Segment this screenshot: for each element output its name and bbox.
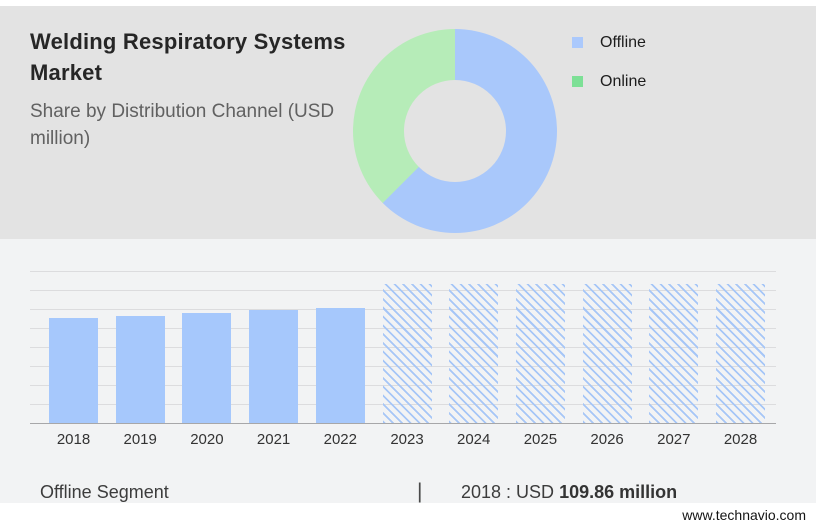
bar-2018 — [49, 318, 98, 423]
legend-label: Online — [600, 72, 647, 90]
x-axis-label-2018: 2018 — [56, 431, 91, 448]
bar-2023-forecast — [382, 284, 432, 423]
donut-chart — [353, 29, 557, 233]
bar-2027-forecast — [649, 284, 699, 423]
donut-hole — [404, 80, 506, 182]
stat-value: 109.86 million — [559, 482, 678, 502]
bar-chart-section: 2018 2019 2020 2021 2022 2023 2024 2025 2026 2027… — [0, 239, 816, 503]
x-axis-label-2024: 2024 — [457, 431, 491, 448]
legend-item-online: Online — [572, 71, 646, 92]
bar-2019 — [115, 316, 165, 423]
market-infographic: Welding Respiratory Systems Market Share… — [0, 0, 816, 528]
x-axis-label-2028: 2028 — [723, 431, 758, 448]
x-axis-label-2022: 2022 — [323, 431, 357, 448]
x-axis-label-2020: 2020 — [190, 431, 224, 448]
market-summary-section: Welding Respiratory Systems Market Share… — [0, 6, 816, 239]
bar-2025-forecast — [515, 284, 565, 423]
legend-swatch-offline — [572, 37, 583, 48]
x-axis-label-2021: 2021 — [256, 431, 291, 448]
x-axis-label-2025: 2025 — [523, 431, 558, 448]
bar-2026-forecast — [582, 284, 632, 423]
website-link[interactable]: www.technavio.com — [682, 503, 806, 527]
title-block: Welding Respiratory Systems Market Share… — [30, 26, 370, 152]
bar-2020 — [182, 313, 232, 423]
x-axis-label-2023: 2023 — [390, 431, 424, 448]
stat-2018: 2018 : USD 109.86 million — [461, 479, 677, 505]
x-axis-label-2027: 2027 — [657, 431, 691, 448]
legend-item-offline: Offline — [572, 32, 646, 53]
summary-footer: Offline Segment | 2018 : USD 109.86 mill… — [0, 479, 816, 505]
segment-label: Offline Segment — [40, 482, 169, 502]
site-bar: www.technavio.com — [0, 503, 816, 528]
gridline — [30, 271, 776, 272]
x-axis-label-2026: 2026 — [590, 431, 624, 448]
chart-legend: Offline Online — [572, 32, 646, 92]
page-subtitle: Share by Distribution Channel (USD milli… — [30, 101, 335, 149]
stat-prefix: 2018 : USD — [461, 482, 555, 502]
bar-2024-forecast — [449, 284, 499, 423]
bar-2022 — [315, 308, 365, 423]
bar-2028-forecast — [716, 284, 765, 423]
bar-2021 — [249, 310, 299, 423]
x-axis-label-2019: 2019 — [123, 431, 157, 448]
legend-label: Offline — [600, 33, 646, 51]
legend-swatch-online — [572, 76, 583, 87]
bar-plot: 2018 2019 2020 2021 2022 2023 2024 2025 2026 2027… — [30, 271, 776, 448]
page-title: Welding Respiratory Systems Market — [30, 29, 346, 85]
separator: | — [417, 480, 423, 503]
